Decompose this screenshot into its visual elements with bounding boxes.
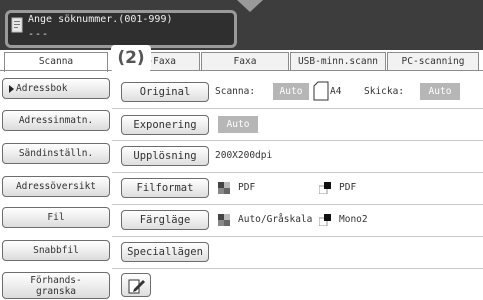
edit-button[interactable] — [121, 273, 151, 297]
address-review-button[interactable]: Adressöversikt — [2, 176, 110, 197]
send-label: Skicka: — [364, 86, 405, 97]
row-separator — [112, 236, 483, 237]
send-settings-button[interactable]: Sändinställn. — [2, 143, 110, 164]
row-separator — [112, 172, 483, 173]
file-button[interactable]: Fil — [2, 207, 110, 228]
search-number-value[interactable]: --- — [28, 29, 49, 40]
special-modes-button[interactable]: Speciallägen — [121, 242, 209, 262]
tab-panel-border — [0, 70, 483, 71]
color-file-format-value: PDF — [238, 182, 256, 193]
scan-mode-value: Auto — [273, 83, 309, 100]
original-size-value: A4 — [330, 86, 342, 97]
exposure-button[interactable]: Exponering — [121, 115, 209, 135]
document-icon — [11, 17, 23, 33]
row-separator — [112, 268, 483, 269]
tab-scanna[interactable]: Scanna — [4, 52, 108, 72]
mono-mode-value: Mono2 — [339, 214, 368, 225]
color-mode-value: Auto/Gråskala — [238, 214, 313, 225]
scan-label: Scanna: — [215, 86, 256, 97]
mono-mode-icon — [319, 214, 331, 226]
row-separator — [112, 108, 483, 109]
arrow-right-icon — [9, 84, 14, 93]
mono-file-format-value: PDF — [339, 182, 357, 193]
original-button[interactable]: Original — [121, 82, 209, 102]
row-separator — [112, 140, 483, 141]
send-mode-value: Auto — [420, 83, 460, 100]
tab-fax[interactable]: Faxa — [201, 52, 289, 70]
callout-arrow — [237, 0, 263, 12]
color-mode-icon — [218, 182, 230, 194]
mono-mode-icon — [319, 182, 331, 194]
row-separator — [112, 204, 483, 205]
tab-usb-scan[interactable]: USB-minn.scann — [290, 52, 386, 70]
preview-button[interactable]: Förhands- granska — [2, 272, 110, 299]
resolution-value: 200X200dpi — [215, 150, 273, 161]
address-book-button[interactable]: Adressbok — [2, 78, 110, 99]
page-orientation-icon — [313, 81, 329, 101]
address-entry-button[interactable]: Adressinmatn. — [2, 110, 110, 131]
preview-label-line1: Förhands- — [30, 275, 82, 286]
address-book-label: Adressbok — [16, 83, 68, 94]
preview-label-line2: granska — [35, 286, 77, 297]
search-number-prompt: Ange söknummer.(001-999) — [28, 14, 173, 25]
resolution-button[interactable]: Upplösning — [121, 146, 209, 166]
file-format-button[interactable]: Filformat — [121, 178, 209, 198]
tab-pc-scan[interactable]: PC-scanning — [387, 52, 479, 70]
color-mode-icon — [218, 214, 230, 226]
color-mode-button[interactable]: Färgläge — [121, 210, 209, 230]
callout-marker: (2) — [111, 45, 151, 72]
exposure-value: Auto — [218, 116, 258, 133]
edit-icon — [128, 279, 145, 294]
quick-file-button[interactable]: Snabbfil — [2, 240, 110, 261]
